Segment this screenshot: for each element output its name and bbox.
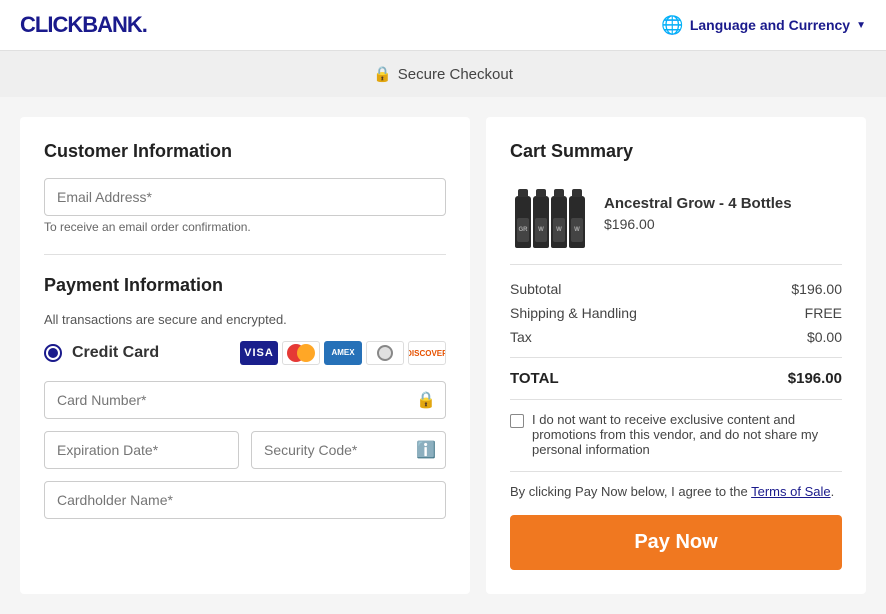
totals-divider-2 (510, 399, 842, 400)
email-hint: To receive an email order confirmation. (44, 220, 446, 234)
subtotal-row: Subtotal $196.00 (510, 281, 842, 297)
product-image: GR W W W (510, 178, 590, 248)
cart-summary-box: Cart Summary GR W W W Ancestral Grow - 4… (486, 117, 866, 594)
subtotal-value: $196.00 (791, 281, 842, 297)
shipping-label: Shipping & Handling (510, 305, 637, 321)
secure-banner-text: Secure Checkout (398, 66, 513, 83)
terms-prefix: By clicking Pay Now below, I agree to th… (510, 484, 751, 499)
email-input[interactable] (44, 178, 446, 216)
product-row: GR W W W Ancestral Grow - 4 Bottles $196… (510, 178, 842, 265)
lock-icon: 🔒 (416, 390, 436, 410)
total-row: TOTAL $196.00 (510, 370, 842, 387)
shipping-value: FREE (805, 305, 842, 321)
main-content: Customer Information To receive an email… (0, 97, 886, 614)
tax-label: Tax (510, 329, 532, 345)
language-currency-label: Language and Currency (690, 17, 850, 33)
pay-now-button[interactable]: Pay Now (510, 515, 842, 570)
secure-banner: 🔒 Secure Checkout (0, 51, 886, 97)
chevron-down-icon: ▼ (856, 20, 866, 31)
total-label: TOTAL (510, 370, 559, 387)
right-column: Cart Summary GR W W W Ancestral Grow - 4… (486, 117, 866, 594)
security-group: ℹ️ (251, 431, 446, 469)
tax-row: Tax $0.00 (510, 329, 842, 345)
customer-section-title: Customer Information (44, 141, 446, 162)
credit-card-radio[interactable] (44, 344, 62, 362)
card-number-group: 🔒 (44, 381, 446, 419)
amex-icon: AMEX (324, 341, 362, 365)
clickbank-logo: CLICKBANK. (20, 12, 147, 38)
total-value: $196.00 (788, 370, 842, 387)
visa-icon: VISA (240, 341, 278, 365)
language-currency-button[interactable]: 🌐 Language and Currency ▼ (661, 15, 866, 36)
bottle-3: W (551, 196, 567, 248)
left-column: Customer Information To receive an email… (20, 117, 470, 594)
product-name: Ancestral Grow - 4 Bottles (604, 195, 842, 212)
header: CLICKBANK. 🌐 Language and Currency ▼ (0, 0, 886, 51)
terms-suffix: . (831, 484, 835, 499)
optout-text: I do not want to receive exclusive conte… (532, 412, 842, 457)
payment-subtitle: All transactions are secure and encrypte… (44, 312, 446, 327)
section-divider-1 (44, 254, 446, 255)
globe-icon: 🌐 (661, 15, 683, 36)
bottle-2: W (533, 196, 549, 248)
lock-icon: 🔒 (373, 65, 392, 83)
subtotal-label: Subtotal (510, 281, 561, 297)
bottle-4: W (569, 196, 585, 248)
exp-security-row: ℹ️ (44, 431, 446, 481)
radio-inner (48, 348, 58, 358)
cardholder-group (44, 481, 446, 519)
optout-checkbox[interactable] (510, 414, 524, 428)
totals-divider-3 (510, 471, 842, 472)
terms-of-sale-link[interactable]: Terms of Sale (751, 484, 830, 499)
cardholder-name-input[interactable] (44, 481, 446, 519)
cart-title: Cart Summary (510, 141, 842, 162)
email-form-group: To receive an email order confirmation. (44, 178, 446, 234)
tax-value: $0.00 (807, 329, 842, 345)
card-number-input[interactable] (44, 381, 446, 419)
totals-divider (510, 357, 842, 358)
credit-card-option[interactable]: Credit Card VISA AMEX DISCOVER (44, 341, 446, 365)
diners-icon (366, 341, 404, 365)
info-icon: ℹ️ (416, 440, 436, 460)
terms-row: By clicking Pay Now below, I agree to th… (510, 484, 842, 499)
card-brands: VISA AMEX DISCOVER (240, 341, 446, 365)
credit-card-label: Credit Card (72, 344, 159, 362)
discover-icon: DISCOVER (408, 341, 446, 365)
expiration-group (44, 431, 239, 469)
payment-section-title: Payment Information (44, 275, 446, 296)
optout-row: I do not want to receive exclusive conte… (510, 412, 842, 457)
bottle-1: GR (515, 196, 531, 248)
expiration-input[interactable] (44, 431, 239, 469)
mastercard-icon (282, 341, 320, 365)
product-price: $196.00 (604, 216, 842, 232)
product-info: Ancestral Grow - 4 Bottles $196.00 (604, 195, 842, 232)
shipping-row: Shipping & Handling FREE (510, 305, 842, 321)
